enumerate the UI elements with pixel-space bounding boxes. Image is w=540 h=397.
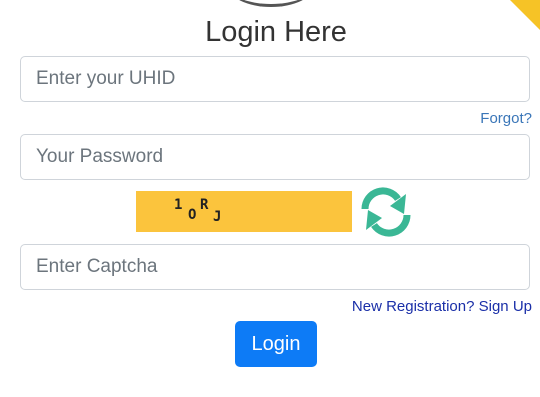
captcha-char: R xyxy=(200,197,209,213)
page-title: Login Here xyxy=(205,16,347,48)
password-input[interactable] xyxy=(20,134,530,180)
captcha-char: 1 xyxy=(174,197,183,213)
refresh-icon[interactable] xyxy=(354,186,418,238)
forgot-link[interactable]: Forgot? xyxy=(480,110,532,127)
captcha-char: J xyxy=(213,209,222,225)
captcha-char: O xyxy=(188,207,197,223)
logo-arc xyxy=(228,0,314,7)
uhid-input[interactable] xyxy=(20,56,530,102)
captcha-input[interactable] xyxy=(20,244,530,290)
captcha-image: 1 O R J xyxy=(136,191,352,232)
login-button[interactable]: Login xyxy=(235,321,317,367)
signup-link[interactable]: New Registration? Sign Up xyxy=(352,298,532,315)
